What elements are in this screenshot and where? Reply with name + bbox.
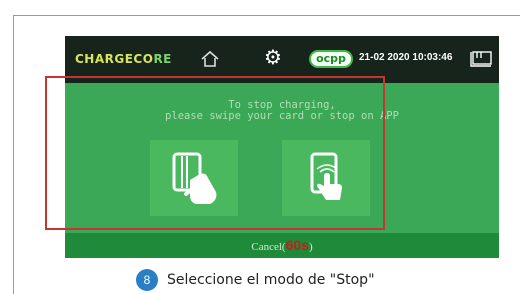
chargecore-logo: CHARGECORE xyxy=(75,52,172,66)
datetime: 21-02 2020 10:03:46 xyxy=(359,52,452,63)
step-number-badge: 8 xyxy=(136,269,158,291)
cancel-label-end: ) xyxy=(308,241,313,253)
time: 10:03:46 xyxy=(412,52,453,63)
step-caption: 8 Seleccione el modo de "Stop" xyxy=(136,269,375,291)
home-icon[interactable] xyxy=(199,48,221,70)
cancel-label: Cancel( xyxy=(251,241,286,253)
gear-icon[interactable]: ⚙ xyxy=(264,46,282,68)
countdown-timer: 60s xyxy=(285,237,309,253)
network-icon xyxy=(470,51,492,67)
ocpp-badge: ocpp xyxy=(309,50,353,68)
caption-text: Seleccione el modo de "Stop" xyxy=(167,272,375,288)
date: 21-02 2020 xyxy=(359,52,410,63)
highlight-box xyxy=(45,76,385,230)
cancel-button[interactable]: Cancel(60s) xyxy=(65,233,499,258)
